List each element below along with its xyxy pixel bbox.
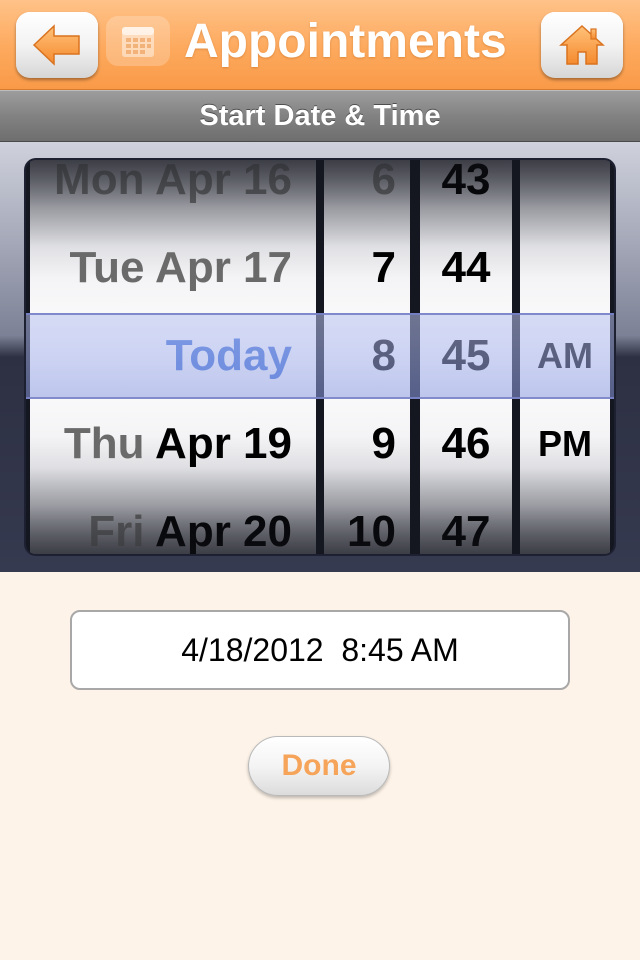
date-wheel[interactable]: Mon Apr 16 Tue Apr 17 Today Thu Apr 19 F… <box>30 160 316 554</box>
done-button[interactable]: Done <box>248 736 390 796</box>
back-button[interactable] <box>16 12 98 78</box>
date-label: Apr 16 <box>155 160 292 204</box>
date-day: Mon <box>54 160 145 204</box>
date-row[interactable]: Thu Apr 19 <box>30 400 316 488</box>
period-option[interactable]: PM <box>520 400 610 488</box>
date-row[interactable]: Tue Apr 17 <box>30 224 316 312</box>
hour-option-selected[interactable]: 8 <box>324 312 410 400</box>
home-icon <box>559 24 605 65</box>
arrow-left-icon <box>32 24 80 66</box>
date-row[interactable]: Mon Apr 16 <box>30 160 316 224</box>
hour-option[interactable]: 7 <box>324 224 410 312</box>
hour-option[interactable]: 10 <box>324 488 410 554</box>
section-title: Start Date & Time <box>0 90 640 142</box>
header-bar: Appointments <box>0 0 640 90</box>
minute-option[interactable]: 47 <box>420 488 512 554</box>
period-wheel[interactable]: AM PM <box>520 160 610 554</box>
picker-frame: Mon Apr 16 Tue Apr 17 Today Thu Apr 19 F… <box>26 160 614 554</box>
minute-option-selected[interactable]: 45 <box>420 312 512 400</box>
page-title: Appointments <box>184 15 507 68</box>
date-label: Today <box>165 331 292 380</box>
date-day: Tue <box>69 243 145 292</box>
selected-datetime-field[interactable]: 4/18/2012 8:45 AM <box>70 610 570 690</box>
date-label: Apr 20 <box>155 507 292 554</box>
period-option-selected[interactable]: AM <box>520 312 610 400</box>
date-day: Thu <box>63 419 145 468</box>
date-label: Apr 19 <box>155 419 292 468</box>
calendar-icon[interactable] <box>106 16 170 66</box>
minute-option[interactable]: 44 <box>420 224 512 312</box>
date-row-selected[interactable]: Today <box>30 312 316 400</box>
minute-wheel[interactable]: 43 44 45 46 47 <box>420 160 512 554</box>
minute-option[interactable]: 43 <box>420 160 512 224</box>
home-button[interactable] <box>541 12 623 78</box>
date-label: Apr 17 <box>155 243 292 292</box>
date-day: Fri <box>88 507 145 554</box>
hour-option[interactable]: 9 <box>324 400 410 488</box>
hour-option[interactable]: 6 <box>324 160 410 224</box>
hour-wheel[interactable]: 6 7 8 9 10 <box>324 160 410 554</box>
date-time-picker: Mon Apr 16 Tue Apr 17 Today Thu Apr 19 F… <box>0 142 640 572</box>
date-row[interactable]: Fri Apr 20 <box>30 488 316 554</box>
minute-option[interactable]: 46 <box>420 400 512 488</box>
